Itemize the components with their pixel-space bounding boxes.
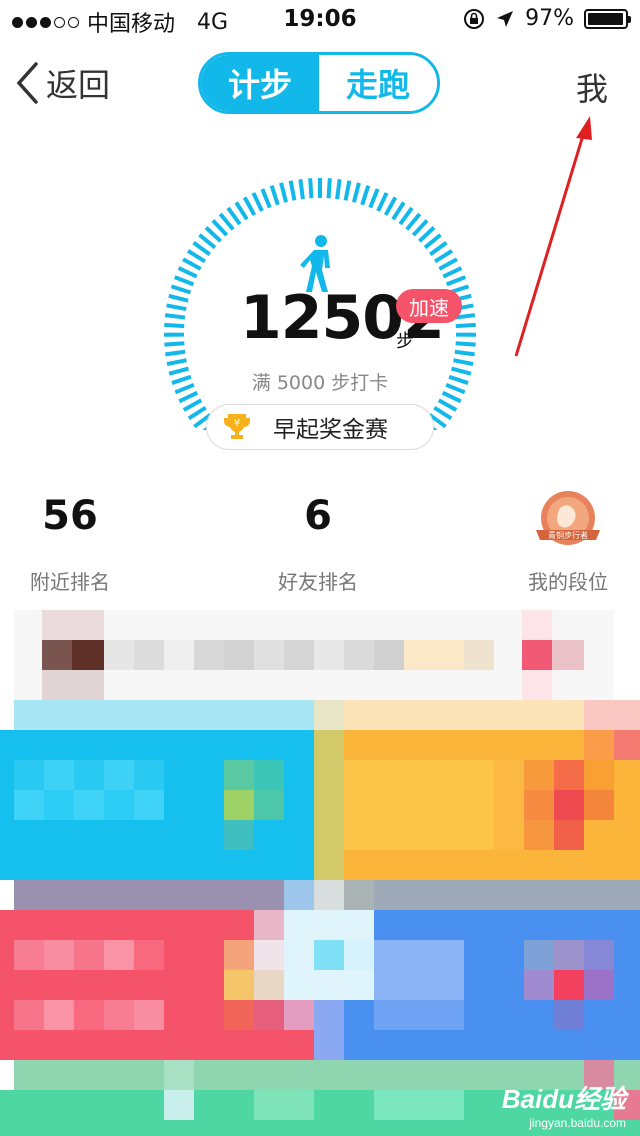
- mosaic-block: [224, 640, 254, 670]
- mosaic-block: [42, 610, 104, 640]
- mosaic-block: [104, 790, 134, 820]
- mosaic-block: [584, 790, 614, 820]
- mosaic-block: [134, 940, 164, 970]
- watermark-url: jingyan.baidu.com: [529, 1116, 626, 1130]
- mosaic-block: [134, 640, 164, 670]
- mosaic-block: [314, 880, 344, 910]
- mosaic-block: [254, 1000, 284, 1030]
- mosaic-block: [494, 760, 524, 850]
- mosaic-block: [104, 1000, 134, 1030]
- mosaic-block: [584, 700, 640, 730]
- mosaic-block: [344, 880, 374, 910]
- mosaic-block: [14, 700, 314, 730]
- mosaic-block: [344, 760, 494, 850]
- mosaic-block: [14, 940, 44, 970]
- mosaic-block: [224, 940, 254, 970]
- mosaic-block: [134, 760, 164, 790]
- mosaic-block: [554, 940, 584, 970]
- mosaic-block: [284, 640, 314, 670]
- mosaic-block: [194, 640, 224, 670]
- mosaic-block: [614, 730, 640, 760]
- mosaic-block: [344, 700, 584, 730]
- mosaic-block: [42, 640, 72, 670]
- mosaic-block: [524, 760, 554, 790]
- mosaic-block: [374, 880, 640, 910]
- mosaic-block: [554, 970, 584, 1000]
- mosaic-block: [314, 700, 344, 730]
- mosaic-block: [44, 1000, 74, 1030]
- mosaic-block: [254, 640, 284, 670]
- mosaic-block: [404, 640, 464, 670]
- mosaic-block: [74, 790, 104, 820]
- mosaic-block: [44, 940, 74, 970]
- mosaic-block: [344, 940, 374, 970]
- mosaic-block: [554, 790, 584, 820]
- pixelated-content: [0, 0, 640, 1136]
- mosaic-block: [554, 1000, 584, 1030]
- mosaic-block: [224, 1000, 254, 1030]
- mosaic-block: [524, 970, 554, 1000]
- mosaic-block: [254, 1090, 314, 1120]
- mosaic-block: [314, 940, 344, 970]
- watermark-brand: Baidu经验: [501, 1084, 626, 1114]
- mosaic-block: [584, 940, 614, 970]
- mosaic-block: [14, 880, 284, 910]
- mosaic-block: [374, 640, 404, 670]
- mosaic-block: [164, 640, 194, 670]
- mosaic-block: [314, 1000, 344, 1060]
- mosaic-block: [584, 730, 614, 760]
- mosaic-block: [164, 1090, 194, 1120]
- mosaic-block: [584, 970, 614, 1000]
- mosaic-block: [104, 640, 134, 670]
- mosaic-block: [314, 640, 344, 670]
- mosaic-block: [584, 760, 614, 790]
- mosaic-block: [554, 760, 584, 790]
- mosaic-block: [224, 790, 254, 820]
- mosaic-block: [14, 760, 44, 790]
- mosaic-block: [284, 1000, 314, 1030]
- mosaic-block: [104, 760, 134, 790]
- mosaic-block: [524, 790, 554, 820]
- mosaic-block: [164, 1060, 194, 1090]
- mosaic-block: [74, 760, 104, 790]
- mosaic-block: [464, 640, 494, 670]
- mosaic-block: [254, 970, 284, 1000]
- baidu-jingyan-watermark: Baidu经验 jingyan.baidu.com: [502, 1079, 626, 1130]
- mosaic-block: [134, 790, 164, 820]
- mosaic-block: [134, 1000, 164, 1030]
- mosaic-block: [554, 820, 584, 850]
- mosaic-block: [374, 1000, 464, 1030]
- mosaic-block: [344, 640, 374, 670]
- mosaic-block: [224, 820, 254, 850]
- mosaic-block: [224, 760, 254, 790]
- mosaic-block: [374, 940, 464, 1000]
- mosaic-block: [104, 940, 134, 970]
- mosaic-block: [374, 1090, 464, 1120]
- mosaic-block: [44, 760, 74, 790]
- mosaic-block: [224, 970, 254, 1000]
- mosaic-block: [14, 790, 44, 820]
- mosaic-block: [254, 760, 284, 790]
- mosaic-block: [524, 940, 554, 970]
- mosaic-block: [314, 730, 344, 880]
- mosaic-block: [524, 820, 554, 850]
- mosaic-block: [74, 1000, 104, 1030]
- mosaic-block: [254, 940, 284, 970]
- mosaic-block: [42, 670, 104, 700]
- mosaic-block: [522, 640, 552, 670]
- mosaic-block: [74, 940, 104, 970]
- mosaic-block: [72, 640, 104, 670]
- mosaic-block: [44, 790, 74, 820]
- mosaic-block: [14, 1000, 44, 1030]
- mosaic-block: [254, 790, 284, 820]
- mosaic-block: [284, 880, 314, 910]
- mosaic-block: [552, 640, 584, 670]
